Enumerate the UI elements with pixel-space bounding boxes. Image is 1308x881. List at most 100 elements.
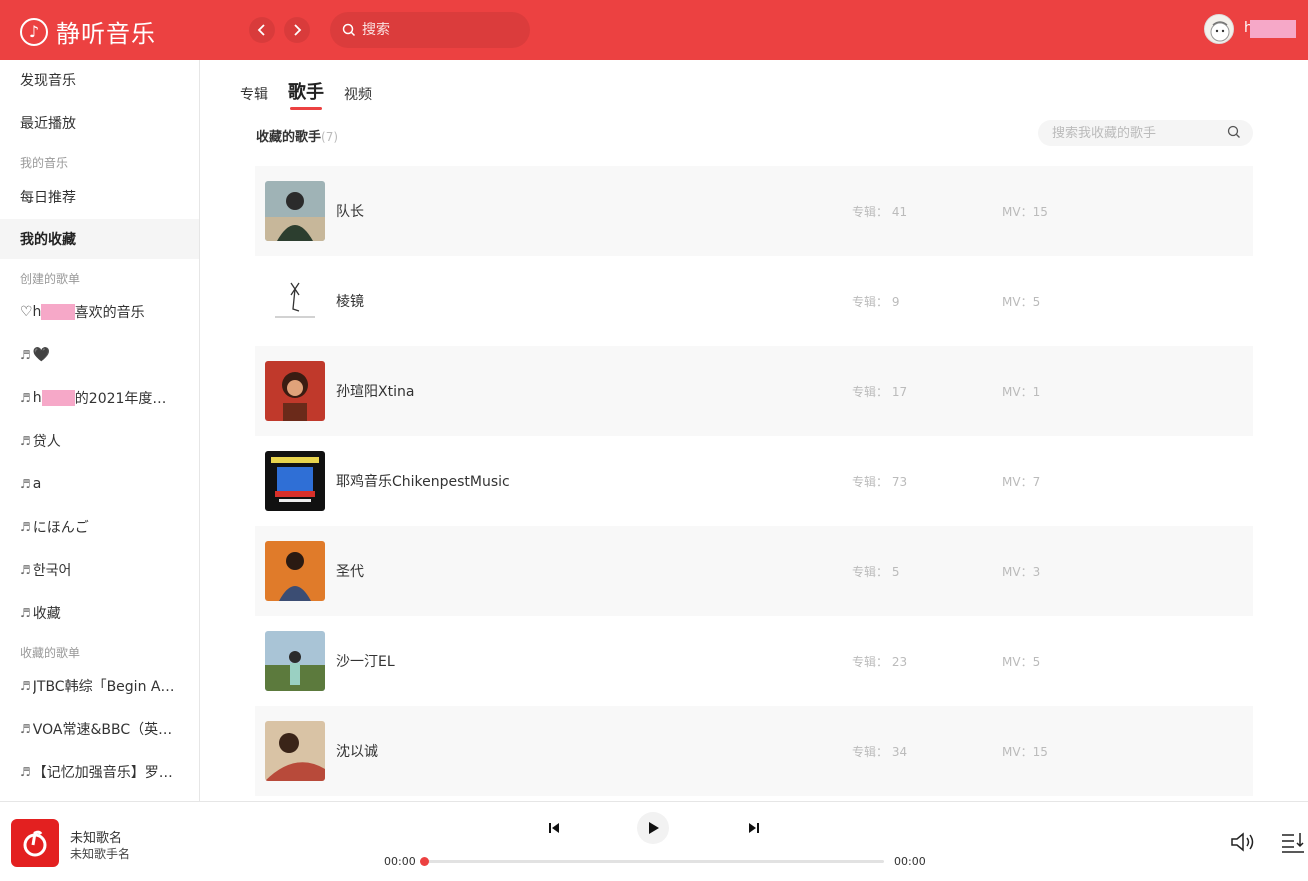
song-title: 未知歌名 xyxy=(70,831,123,846)
album-count: 专辑： 23 xyxy=(852,654,908,669)
singer-name[interactable]: 棱镜 xyxy=(336,291,364,311)
singer-photo xyxy=(265,541,325,601)
collected-playlist-item[interactable]: ♬ VOA常速&BBC（英… xyxy=(0,709,199,749)
avatar-image xyxy=(1210,21,1230,42)
playlist-label: 한국어 xyxy=(32,563,72,579)
back-button[interactable] xyxy=(249,17,275,43)
playlist-item[interactable]: ♬hxxxx的2021年度… xyxy=(0,378,199,418)
sidebar-item-label: 最近播放 xyxy=(20,116,76,132)
playlist-label-suffix: 喜欢的音乐 xyxy=(74,305,145,321)
singer-name[interactable]: 孙瑄阳Xtina xyxy=(336,381,414,401)
singer-search-input[interactable] xyxy=(1052,125,1222,141)
album-count: 专辑： 34 xyxy=(852,744,908,759)
playlist-icon: ♬ xyxy=(20,722,31,736)
singer-name[interactable]: 圣代 xyxy=(336,561,364,581)
chevron-left-icon xyxy=(257,24,265,36)
tab-videos[interactable]: 视频 xyxy=(344,84,372,104)
collected-playlist-item[interactable]: ♬ 【记忆加强音乐】罗… xyxy=(0,752,199,792)
netease-logo-icon xyxy=(23,830,47,857)
collected-playlist-item[interactable]: ♬ JTBC韩综「Begin A… xyxy=(0,666,199,706)
username-redaction xyxy=(1250,20,1296,38)
collected-singers-heading: 收藏的歌手(7) xyxy=(256,126,338,145)
playlist-icon: ♬ xyxy=(20,391,31,405)
collection-tabs: 专辑 歌手 视频 xyxy=(240,78,392,110)
progress-bar[interactable] xyxy=(420,857,884,866)
heading-text: 收藏的歌手 xyxy=(256,130,322,145)
playlist-icon: ♬ xyxy=(20,520,31,534)
song-artist: 未知歌手名 xyxy=(70,847,131,861)
section-created-playlists: 创建的歌单 xyxy=(20,272,81,286)
playlist-button[interactable] xyxy=(1280,830,1306,854)
playlist-icon: ♬ xyxy=(20,434,31,448)
album-cover[interactable] xyxy=(11,819,59,867)
album-count: 专辑： 9 xyxy=(852,294,900,309)
singer-photo xyxy=(265,181,325,241)
sidebar-item-discover[interactable]: 发现音乐 xyxy=(0,60,199,100)
previous-button[interactable] xyxy=(546,820,562,836)
playlist-item[interactable]: ♬ 收藏 xyxy=(0,593,199,633)
singer-photo xyxy=(265,631,325,691)
singer-name[interactable]: 队长 xyxy=(336,201,364,221)
singer-name[interactable]: 沈以诚 xyxy=(336,741,378,761)
playlist-label: JTBC韩综「Begin A… xyxy=(32,679,175,695)
table-row[interactable]: 耶鸡音乐ChikenpestMusic 专辑： 73 MV：7 xyxy=(255,436,1253,526)
player-bar: 未知歌名 未知歌手名 00:00 00:00 xyxy=(0,801,1308,881)
table-row[interactable]: 孙瑄阳Xtina 专辑： 17 MV：1 xyxy=(255,346,1253,436)
mv-count: MV：1 xyxy=(1002,384,1041,399)
singer-list: 队长 专辑： 41 MV：15 棱镜 专辑： 9 MV：5 孙瑄阳Xtina 专… xyxy=(255,166,1253,796)
redaction: xxxx xyxy=(41,304,75,320)
playlist-item[interactable]: ♬ 한국어 xyxy=(0,550,199,590)
album-count: 专辑： 17 xyxy=(852,384,908,399)
singer-search xyxy=(1038,120,1253,146)
next-button[interactable] xyxy=(746,820,762,836)
mv-count: MV：15 xyxy=(1002,204,1048,219)
album-count: 专辑： 73 xyxy=(852,474,908,489)
playlist-item[interactable]: ♬ 贷人 xyxy=(0,421,199,461)
app-name: 静听音乐 xyxy=(56,20,156,48)
playlist-item[interactable]: ♬ a xyxy=(0,464,199,504)
app-logo[interactable]: ♪ 静听音乐 xyxy=(20,14,156,49)
playlist-item[interactable]: ♬ にほんご xyxy=(0,507,199,547)
singer-name[interactable]: 耶鸡音乐ChikenpestMusic xyxy=(336,471,510,491)
tab-albums[interactable]: 专辑 xyxy=(240,84,268,104)
playlist-label: VOA常速&BBC（英… xyxy=(32,722,173,738)
singer-photo xyxy=(265,271,325,331)
search-icon[interactable] xyxy=(1227,125,1241,139)
album-count: 专辑： 5 xyxy=(852,564,900,579)
table-row[interactable]: 沙一汀EL 专辑： 23 MV：5 xyxy=(255,616,1253,706)
table-row[interactable]: 圣代 专辑： 5 MV：3 xyxy=(255,526,1253,616)
global-search xyxy=(330,12,530,48)
sidebar-item-daily[interactable]: 每日推荐 xyxy=(0,177,199,217)
progress-handle[interactable] xyxy=(420,857,429,866)
playlist-icon: ♬ xyxy=(20,477,31,491)
sidebar-item-my-collection[interactable]: 我的收藏 xyxy=(0,219,199,259)
table-row[interactable]: 沈以诚 专辑： 34 MV：15 xyxy=(255,706,1253,796)
volume-button[interactable] xyxy=(1229,830,1257,854)
avatar[interactable] xyxy=(1204,14,1234,44)
tab-singers[interactable]: 歌手 xyxy=(288,78,324,110)
forward-button[interactable] xyxy=(284,17,310,43)
music-note-icon: ♪ xyxy=(20,17,48,46)
table-row[interactable]: 棱镜 专辑： 9 MV：5 xyxy=(255,256,1253,346)
search-input[interactable] xyxy=(362,22,512,38)
singer-name[interactable]: 沙一汀EL xyxy=(336,651,395,671)
table-row[interactable]: 队长 专辑： 41 MV：15 xyxy=(255,166,1253,256)
mv-count: MV：15 xyxy=(1002,744,1048,759)
playlist-liked[interactable]: ♡hxxxx喜欢的音乐 xyxy=(0,292,199,332)
mv-count: MV：5 xyxy=(1002,294,1041,309)
album-count: 专辑： 41 xyxy=(852,204,908,219)
playlist-item[interactable]: ♬ 🖤 xyxy=(0,335,199,375)
volume-icon xyxy=(1231,832,1254,852)
playlist-icon: ♬ xyxy=(20,563,31,577)
playlist-label: 贷人 xyxy=(32,434,61,450)
playlist-label: 【记忆加强音乐】罗… xyxy=(32,765,173,781)
sidebar-item-label: 发现音乐 xyxy=(20,73,76,89)
playlist-label: 🖤 xyxy=(32,347,51,363)
playlist-icon xyxy=(1282,833,1304,853)
singer-count: (7) xyxy=(321,130,339,144)
singer-photo xyxy=(265,451,325,511)
sidebar-item-recent[interactable]: 最近播放 xyxy=(0,103,199,143)
chevron-right-icon xyxy=(294,24,302,36)
play-button[interactable] xyxy=(637,812,669,844)
singer-photo xyxy=(265,361,325,421)
